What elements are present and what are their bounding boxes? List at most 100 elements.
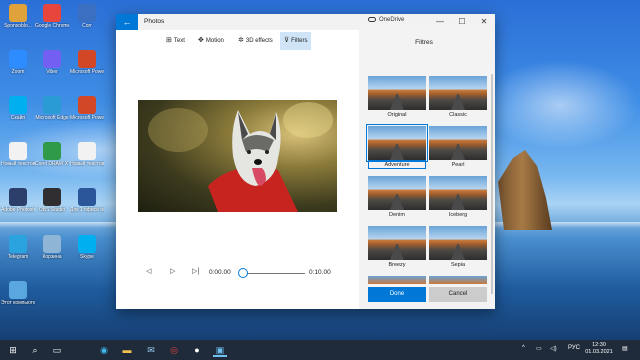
desktop-icon[interactable]: Док 1 офисе.docx xyxy=(70,188,104,213)
thumbnail-road xyxy=(390,194,404,210)
filter-thumbnail-partial xyxy=(429,276,487,284)
filter-name: Breezy xyxy=(388,262,406,268)
desktop-icon[interactable]: Sponsoblo... xyxy=(1,4,35,29)
filter-option[interactable]: Original xyxy=(368,76,426,122)
filter-option[interactable]: Pearl xyxy=(429,126,487,172)
thumbnail-road xyxy=(451,144,465,160)
thumbnail-road xyxy=(451,94,465,110)
filter-option[interactable]: Breezy xyxy=(368,226,426,272)
thumbnail-road xyxy=(451,244,465,260)
desktop-icon-label: Новый текстовый... xyxy=(1,161,35,167)
language-indicator[interactable]: РУС xyxy=(568,345,580,351)
filter-thumbnail xyxy=(429,126,487,160)
filter-option[interactable]: Adventure xyxy=(366,124,428,172)
done-button[interactable]: Done xyxy=(368,287,426,302)
chrome-icon[interactable]: ◎ xyxy=(167,343,181,357)
filter-name: Denim xyxy=(389,212,405,218)
desktop-icon[interactable]: OBS Studio xyxy=(35,188,69,213)
desktop-icon-label: Corel DRAW X7 xyxy=(35,161,69,167)
seek-thumb[interactable] xyxy=(238,268,248,278)
filter-option[interactable]: Denim xyxy=(368,176,426,222)
filter-option[interactable]: Classic xyxy=(429,76,487,122)
play-icon[interactable]: ▷ xyxy=(170,267,175,275)
filter-thumbnail xyxy=(366,124,428,162)
desktop-icon-label: Telegram xyxy=(7,254,29,260)
close-button[interactable]: ✕ xyxy=(473,14,495,30)
desktop-icon[interactable]: Microsoft Edge xyxy=(35,96,69,121)
filter-name: Adventure xyxy=(368,160,426,169)
search-icon[interactable]: ⌕ xyxy=(28,343,42,357)
clock[interactable]: 12:30 01.03.2021 xyxy=(584,342,614,356)
recycle-bin-icon xyxy=(43,235,61,253)
photos-icon[interactable]: ▣ xyxy=(213,343,227,357)
video-preview[interactable] xyxy=(138,100,337,212)
onedrive-button[interactable]: OneDrive xyxy=(368,17,404,23)
folder-icon xyxy=(9,4,27,22)
chevron-up-icon[interactable]: ^ xyxy=(522,345,525,351)
start-icon[interactable]: ⊞ xyxy=(6,343,20,357)
cancel-button[interactable]: Cancel xyxy=(429,287,487,302)
thumbnail-road xyxy=(390,244,404,260)
desktop-icon-label: Viber xyxy=(46,69,58,75)
obs-icon[interactable]: ● xyxy=(190,343,204,357)
effects-icon: ✲ xyxy=(238,37,244,44)
desktop-icon[interactable]: Новый текстовый... xyxy=(70,142,104,167)
desktop-icon[interactable]: Telegram xyxy=(1,235,35,260)
tab-text[interactable]: ⊞ Text xyxy=(162,32,189,50)
coreldraw-icon xyxy=(43,142,61,160)
maximize-button[interactable]: ☐ xyxy=(451,14,473,30)
filter-option[interactable]: Sepia xyxy=(429,226,487,272)
desktop-icon[interactable]: Google Chrome xyxy=(35,4,69,29)
tab-filters[interactable]: ⊽ Filters xyxy=(280,32,312,50)
filter-name: Sepia xyxy=(450,262,466,268)
desktop-icon[interactable]: Скайп xyxy=(1,96,35,121)
edge-icon[interactable]: ◉ xyxy=(97,343,111,357)
desktop-icon[interactable]: Corel DRAW X7 xyxy=(35,142,69,167)
scrollbar[interactable] xyxy=(491,74,493,294)
filter-option[interactable]: Iceberg xyxy=(429,176,487,222)
network-icon[interactable]: ▭ xyxy=(536,345,542,352)
desktop-icon[interactable]: Корзина xyxy=(35,235,69,260)
text-file-icon xyxy=(9,142,27,160)
wallpaper-cloud xyxy=(480,60,640,150)
previous-icon[interactable]: ◁ xyxy=(146,267,151,275)
desktop-icon[interactable]: Microsoft PowerPoint... xyxy=(70,96,104,121)
skype-icon xyxy=(78,235,96,253)
back-button[interactable]: ← xyxy=(116,14,138,30)
desktop-icon[interactable]: Этот компьютер xyxy=(1,281,35,306)
tab-motion[interactable]: ✥ Motion xyxy=(194,32,228,50)
desktop-icon-label: Sponsoblo... xyxy=(4,23,32,29)
notifications-icon[interactable]: ▤ xyxy=(622,345,628,352)
task-view-icon[interactable]: ▭ xyxy=(50,343,64,357)
desktop-icon[interactable]: Новый текстовый... xyxy=(1,142,35,167)
filter-icon: ⊽ xyxy=(284,37,290,44)
seek-track[interactable] xyxy=(243,273,305,274)
thumbnail-road xyxy=(390,144,404,160)
cloud-icon xyxy=(368,17,376,22)
computer-icon xyxy=(9,281,27,299)
zoom-icon xyxy=(9,50,27,68)
editor-toolbar: ⊞ Text ✥ Motion ✲ 3D effects ⊽ Filters xyxy=(116,30,359,50)
wallpaper-rock xyxy=(498,150,552,230)
minimize-button[interactable]: — xyxy=(429,14,451,30)
filter-thumbnail xyxy=(429,226,487,260)
filter-thumbnail xyxy=(368,226,426,260)
desktop-icon[interactable]: Skype xyxy=(70,235,104,260)
photos-window: ← Photos OneDrive — ☐ ✕ ⊞ Text ✥ Motion ✲ 3… xyxy=(116,14,495,309)
desktop-icon[interactable]: Adobe Photosh... xyxy=(1,188,35,213)
desktop-icon[interactable]: Corr xyxy=(70,4,104,29)
desktop-icon-label: Skype xyxy=(80,254,94,260)
word-icon xyxy=(78,188,96,206)
tab-3d-effects[interactable]: ✲ 3D effects xyxy=(234,32,277,50)
end-time: 0:10.00 xyxy=(309,269,331,276)
desktop-icon[interactable]: Zoom xyxy=(1,50,35,75)
mail-icon[interactable]: ✉ xyxy=(144,343,158,357)
desktop-icon[interactable]: Microsoft PowerPoi... xyxy=(70,50,104,75)
volume-icon[interactable]: ◁) xyxy=(550,345,557,352)
motion-icon: ✥ xyxy=(198,37,204,44)
onedrive-label: OneDrive xyxy=(379,17,405,24)
desktop-icon-label: Zoom xyxy=(11,69,25,75)
file-explorer-icon[interactable]: ▬ xyxy=(120,343,134,357)
desktop-icon[interactable]: Viber xyxy=(35,50,69,75)
next-icon[interactable]: ▷| xyxy=(192,267,199,275)
